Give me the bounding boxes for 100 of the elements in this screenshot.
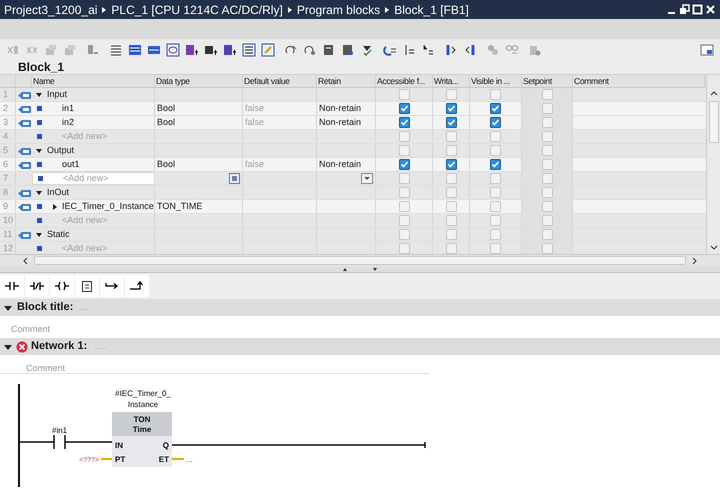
- checkbox[interactable]: [398, 145, 410, 156]
- checkbox[interactable]: [446, 187, 456, 198]
- checkbox[interactable]: [398, 89, 410, 100]
- column-header[interactable]: Name: [32, 75, 155, 87]
- checkbox[interactable]: [542, 117, 552, 128]
- checkbox[interactable]: [446, 131, 456, 142]
- column-header[interactable]: Comment: [573, 75, 705, 87]
- checkbox[interactable]: [398, 131, 410, 142]
- checkbox[interactable]: [398, 187, 410, 198]
- column-header[interactable]: Visible in ...: [470, 75, 522, 87]
- checkbox[interactable]: [398, 103, 410, 114]
- checkbox[interactable]: [398, 201, 410, 212]
- checkbox[interactable]: [398, 117, 410, 128]
- checkbox[interactable]: [490, 201, 501, 212]
- checkbox[interactable]: [542, 103, 552, 114]
- column-header[interactable]: Setpoint: [522, 75, 573, 87]
- checkbox[interactable]: [490, 173, 501, 184]
- breadcrumb-item[interactable]: Project3_1200_ai: [4, 0, 98, 18]
- checkbox[interactable]: [398, 215, 410, 226]
- column-header[interactable]: Writa...: [433, 75, 470, 87]
- checkbox[interactable]: [398, 173, 410, 184]
- browse-icon[interactable]: [229, 173, 240, 184]
- collapse-caret-icon[interactable]: [3, 342, 13, 350]
- contact-symbol[interactable]: [18, 434, 114, 450]
- branch-button[interactable]: [100, 275, 124, 297]
- checkbox[interactable]: [490, 89, 501, 100]
- coil-button[interactable]: [50, 275, 74, 297]
- checkbox[interactable]: [446, 201, 456, 212]
- checkbox[interactable]: [398, 229, 410, 240]
- column-header[interactable]: Accessible f...: [376, 75, 433, 87]
- expand-caret-icon[interactable]: [35, 230, 44, 238]
- vertical-scrollbar[interactable]: [706, 75, 720, 254]
- data-type: TON_TIME: [157, 200, 202, 213]
- checkbox[interactable]: [490, 187, 501, 198]
- checkbox[interactable]: [398, 159, 410, 170]
- expand-caret-icon[interactable]: [51, 202, 59, 210]
- checkbox[interactable]: [490, 103, 501, 114]
- contact-button[interactable]: [0, 275, 24, 297]
- negated-contact-button[interactable]: [25, 275, 49, 297]
- checkbox[interactable]: [542, 159, 552, 170]
- restore-icon[interactable]: [679, 4, 690, 15]
- checkbox[interactable]: [446, 173, 456, 184]
- timer-block[interactable]: [112, 412, 172, 467]
- checkbox[interactable]: [398, 243, 410, 254]
- breadcrumb-item[interactable]: Block_1 [FB1]: [394, 0, 469, 18]
- checkbox[interactable]: [490, 229, 501, 240]
- checkbox[interactable]: [490, 243, 501, 254]
- checkbox[interactable]: [542, 131, 552, 142]
- document-icon[interactable]: [341, 42, 355, 56]
- checkbox[interactable]: [542, 145, 552, 156]
- checkbox[interactable]: [446, 229, 456, 240]
- checkbox[interactable]: [490, 131, 501, 142]
- checkbox[interactable]: [490, 159, 501, 170]
- close-branch-button[interactable]: [125, 275, 149, 297]
- breadcrumb-item[interactable]: PLC_1 [CPU 1214C AC/DC/Rly]: [111, 0, 283, 18]
- breadcrumb-item[interactable]: Program blocks: [296, 0, 380, 18]
- horizontal-scrollbar[interactable]: [0, 254, 720, 266]
- checkbox[interactable]: [446, 117, 456, 128]
- list-icon[interactable]: [242, 42, 256, 56]
- expand-caret-icon[interactable]: [35, 90, 44, 98]
- maximize-icon[interactable]: [692, 4, 703, 15]
- checkbox[interactable]: [446, 103, 456, 114]
- pin-value[interactable]: ...: [186, 455, 193, 464]
- table-icon[interactable]: [128, 42, 142, 56]
- expand-caret-icon[interactable]: [35, 146, 44, 154]
- column-header[interactable]: Data type: [155, 75, 243, 87]
- jump-icon[interactable]: [463, 42, 477, 56]
- checkbox[interactable]: [542, 187, 552, 198]
- export-icon[interactable]: [223, 42, 237, 56]
- checkbox[interactable]: [542, 243, 552, 254]
- comment-icon[interactable]: [166, 42, 180, 56]
- checkbox[interactable]: [446, 243, 456, 254]
- document-icon[interactable]: [322, 42, 336, 56]
- checkbox[interactable]: [446, 89, 456, 100]
- checkbox[interactable]: [542, 215, 552, 226]
- close-icon[interactable]: [705, 4, 716, 15]
- checkbox[interactable]: [446, 159, 456, 170]
- checkbox[interactable]: [542, 89, 552, 100]
- export-icon[interactable]: [185, 42, 199, 56]
- column-header[interactable]: Retain: [317, 75, 376, 87]
- layout-icon[interactable]: [700, 42, 714, 56]
- collapse-caret-icon[interactable]: [3, 304, 13, 312]
- checkbox[interactable]: [542, 201, 552, 212]
- checkbox[interactable]: [490, 145, 501, 156]
- checkbox[interactable]: [542, 173, 552, 184]
- checkbox[interactable]: [490, 117, 501, 128]
- dropdown-icon[interactable]: [361, 173, 373, 184]
- scroll-thumb[interactable]: [708, 101, 718, 143]
- checkbox[interactable]: [490, 215, 501, 226]
- contact-operand[interactable]: #in1: [52, 426, 68, 435]
- instance-name[interactable]: #IEC_Timer_0_: [115, 389, 171, 398]
- list-icon[interactable]: [109, 42, 123, 56]
- checkbox[interactable]: [446, 215, 456, 226]
- checkbox[interactable]: [542, 229, 552, 240]
- expand-caret-icon[interactable]: [35, 188, 44, 196]
- jump-icon[interactable]: [444, 42, 458, 56]
- checkbox[interactable]: [446, 145, 456, 156]
- instance-name[interactable]: Instance: [128, 400, 158, 409]
- column-header[interactable]: Default value: [243, 75, 317, 87]
- edit-icon[interactable]: [261, 42, 275, 56]
